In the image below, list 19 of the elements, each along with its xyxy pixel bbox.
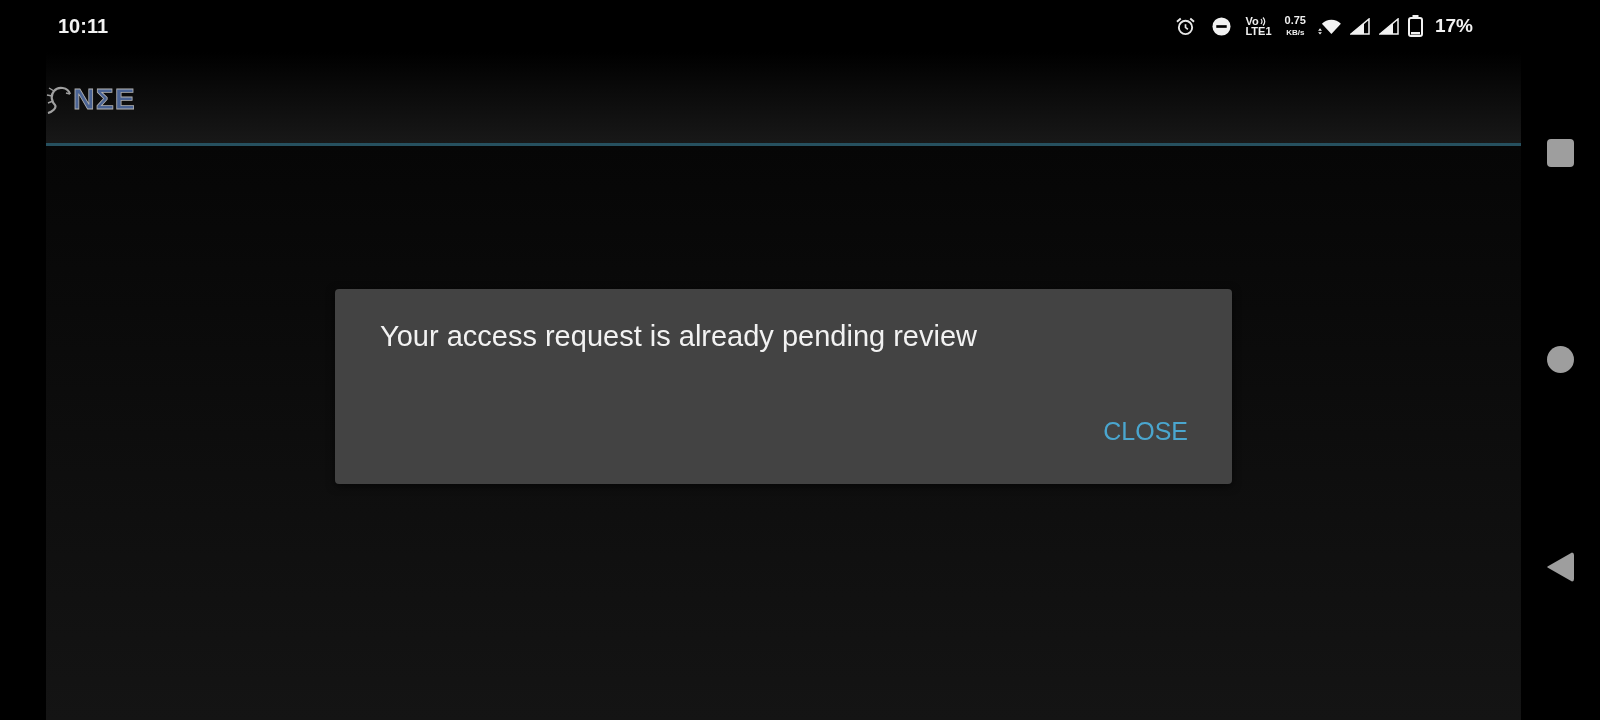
logo-text: NΣE bbox=[73, 83, 136, 114]
waves-icon bbox=[1259, 16, 1266, 26]
network-speed-value: 0.75 bbox=[1284, 15, 1306, 25]
alarm-clock-icon bbox=[1176, 16, 1196, 36]
square-icon[interactable] bbox=[1547, 138, 1574, 167]
cell-signal-icon bbox=[1378, 17, 1399, 35]
circle-icon[interactable] bbox=[1547, 345, 1574, 373]
triangle-icon[interactable] bbox=[1547, 551, 1574, 582]
close-button[interactable]: CLOSE bbox=[1095, 411, 1196, 452]
battery-icon bbox=[1407, 15, 1423, 37]
lte-label: LTE1 bbox=[1245, 26, 1272, 36]
clock-time: 10:11 bbox=[58, 14, 109, 38]
volte-label: Vo bbox=[1245, 16, 1259, 26]
dialog-message: Your access request is already pending review bbox=[380, 319, 978, 354]
do-not-disturb-icon bbox=[1212, 16, 1232, 36]
network-speed-unit: KB/s bbox=[1286, 28, 1305, 37]
wifi-icon bbox=[1317, 17, 1341, 35]
cell-signal-icon bbox=[1349, 17, 1370, 35]
battery-percent: 17% bbox=[1434, 15, 1473, 37]
